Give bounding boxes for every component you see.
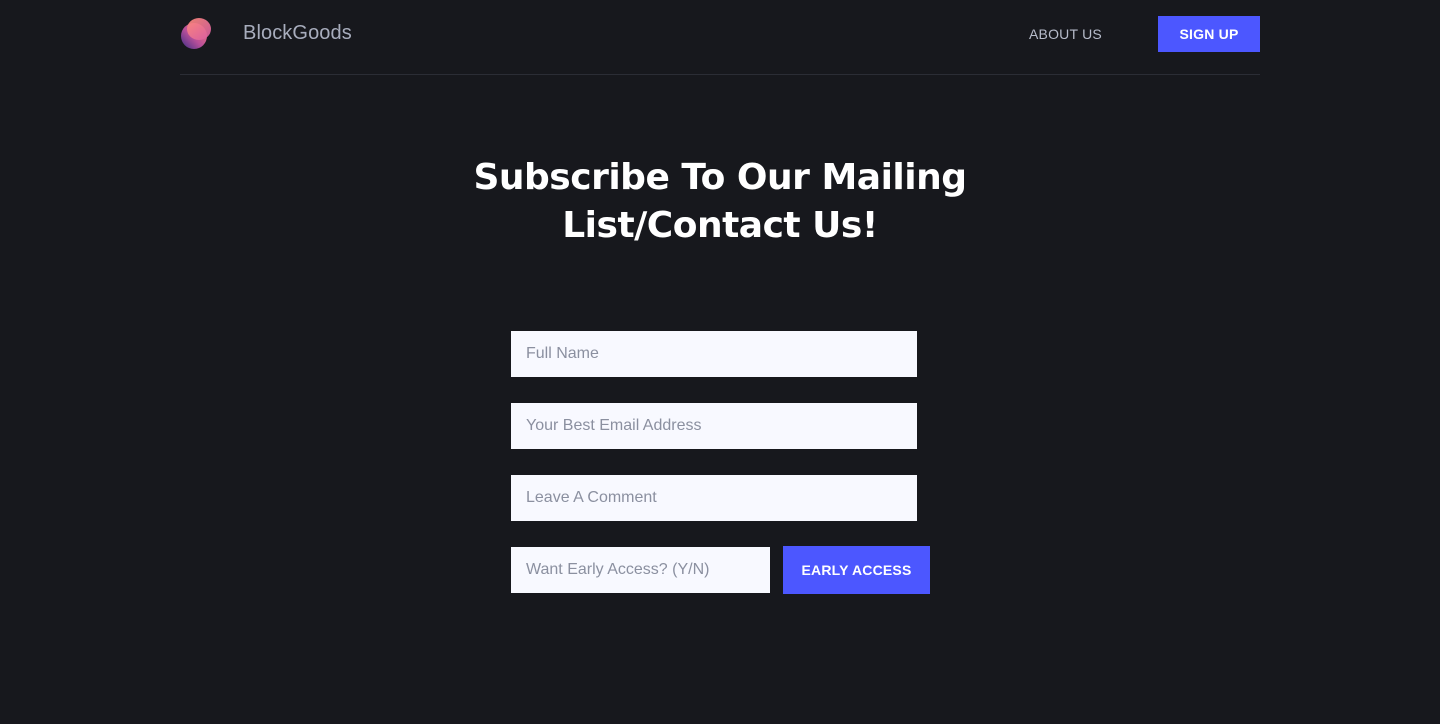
full-name-input[interactable] [511, 331, 917, 377]
brand-name[interactable]: BlockGoods [243, 21, 352, 45]
site-header: BlockGoods ABOUT US SIGN UP [180, 0, 1260, 75]
page-title-line-2: List/Contact Us! [562, 205, 878, 246]
nav-link-about-us[interactable]: ABOUT US [1029, 26, 1102, 42]
early-access-button[interactable]: EARLY ACCESS [783, 546, 930, 594]
sign-up-button[interactable]: SIGN UP [1158, 16, 1260, 52]
comment-input[interactable] [511, 475, 917, 521]
page-title: Subscribe To Our Mailing List/Contact Us… [420, 154, 1020, 250]
early-access-input[interactable] [511, 547, 770, 593]
brand-logo-icon[interactable] [180, 17, 213, 50]
email-input[interactable] [511, 403, 917, 449]
page-title-line-1: Subscribe To Our Mailing [473, 157, 967, 198]
